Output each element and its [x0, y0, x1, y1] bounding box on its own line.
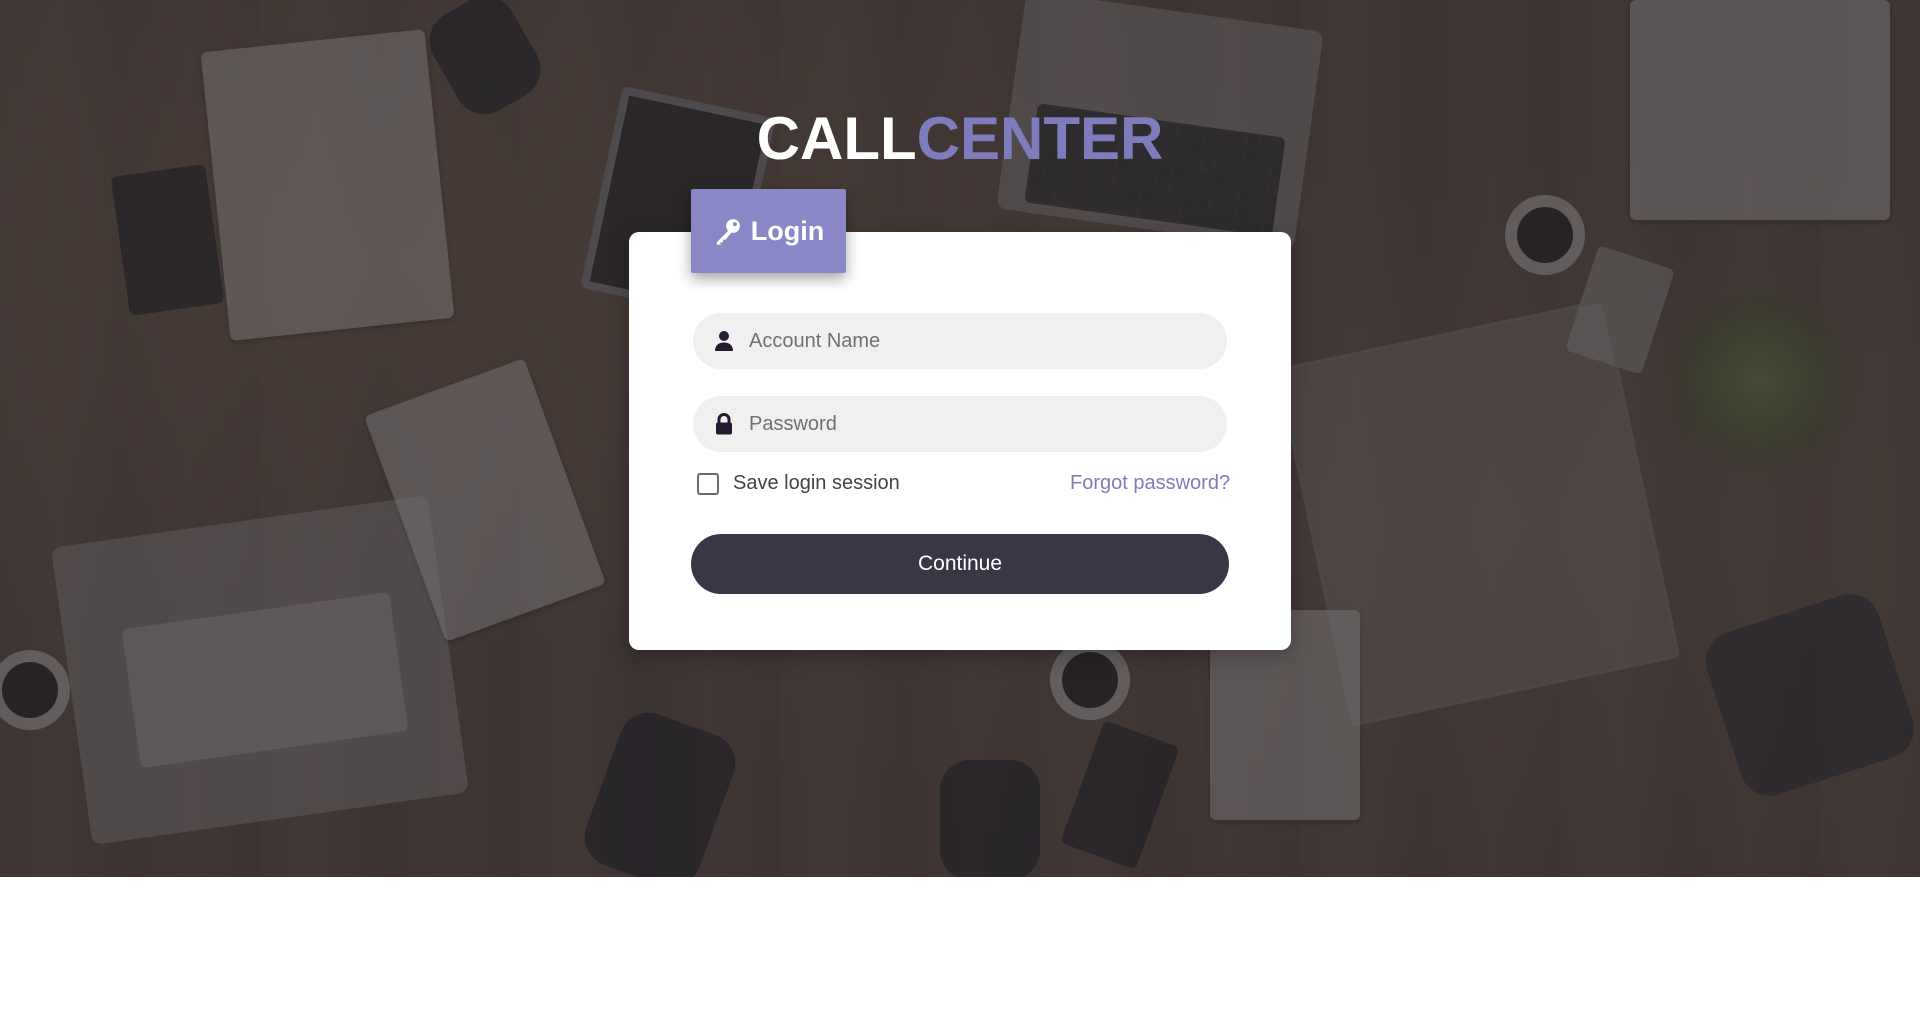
forgot-password-link[interactable]: Forgot password? — [1070, 472, 1230, 495]
continue-button[interactable]: Continue — [691, 534, 1229, 594]
account-name-field — [693, 313, 1227, 369]
brand-logo-part1: CALL — [756, 105, 917, 172]
save-session-label: Save login session — [733, 472, 900, 494]
account-name-input[interactable] — [747, 320, 1211, 362]
save-session-option[interactable]: Save login session — [697, 472, 900, 495]
brand-logo-part2: CENTER — [916, 105, 1164, 172]
key-icon — [716, 219, 740, 245]
save-session-checkbox[interactable] — [697, 472, 719, 495]
login-header-label: Login — [750, 215, 825, 246]
lock-icon — [711, 411, 737, 437]
login-header-tab: Login — [691, 189, 846, 273]
password-input[interactable] — [747, 403, 1211, 445]
brand-logo: CALLCENTER — [0, 102, 1920, 176]
user-icon — [711, 328, 737, 354]
password-field — [693, 396, 1227, 452]
